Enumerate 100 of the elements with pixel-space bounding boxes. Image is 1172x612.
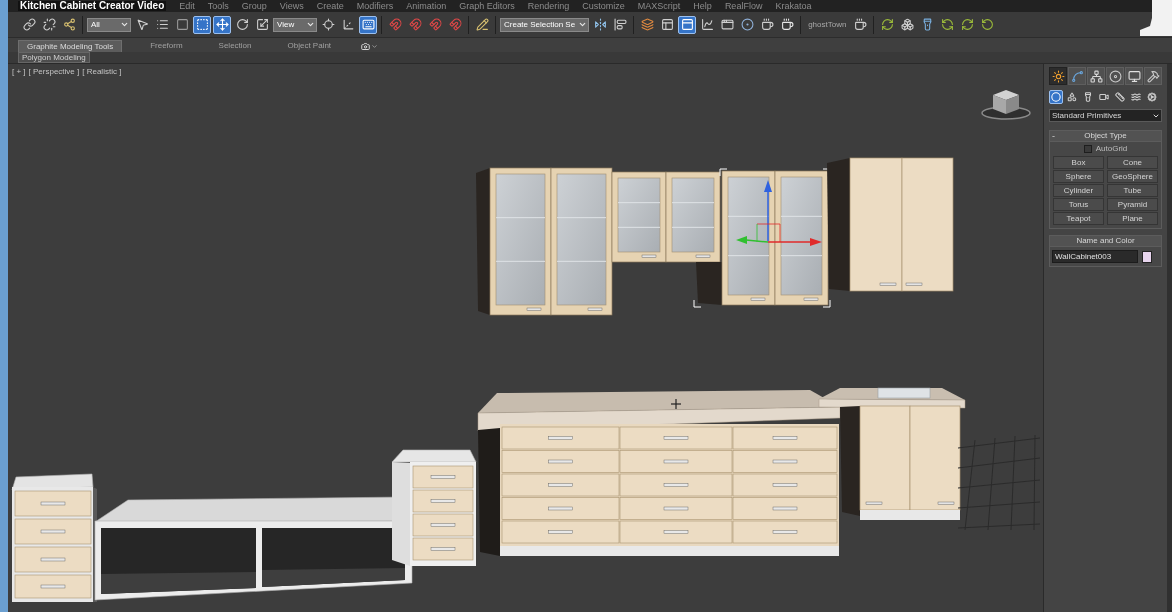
rotate-icon bbox=[980, 18, 994, 31]
axes-icon bbox=[341, 18, 355, 31]
primitive-button[interactable]: Cone bbox=[1107, 156, 1158, 169]
rollout-toggle[interactable]: - bbox=[1052, 131, 1062, 141]
toolbar-button[interactable] bbox=[319, 15, 337, 34]
toolbar-button[interactable] bbox=[20, 15, 38, 34]
nodes-icon bbox=[62, 18, 76, 31]
primitive-button[interactable]: Teapot bbox=[1053, 212, 1104, 225]
pencil-icon bbox=[475, 18, 489, 31]
scrollbar-track[interactable] bbox=[1167, 64, 1172, 612]
menu-item[interactable]: Help bbox=[693, 1, 712, 11]
panel-tab[interactable] bbox=[1144, 67, 1162, 85]
menu-item[interactable]: Modifiers bbox=[356, 1, 394, 11]
viewport-label[interactable]: [ Perspective ] bbox=[28, 68, 80, 76]
window-title: Kitchen Cabinet Creator Video bbox=[18, 1, 167, 11]
dropdown[interactable]: All bbox=[87, 17, 131, 32]
panel-tab[interactable] bbox=[1049, 67, 1067, 85]
dropdown[interactable]: Create Selection Se bbox=[500, 17, 590, 32]
primitive-button[interactable]: Sphere bbox=[1053, 170, 1104, 183]
toolbar-button[interactable] bbox=[213, 15, 231, 34]
primitive-button[interactable]: Plane bbox=[1107, 212, 1158, 225]
panel-tab[interactable] bbox=[1106, 67, 1124, 85]
menu-item[interactable]: Rendering bbox=[527, 1, 570, 11]
category-button[interactable] bbox=[1113, 90, 1127, 104]
waves-icon bbox=[1131, 92, 1141, 102]
toolbar-button[interactable] bbox=[473, 15, 491, 34]
viewcube-icon[interactable] bbox=[981, 90, 1031, 120]
category-button[interactable] bbox=[1145, 90, 1159, 104]
category-button[interactable] bbox=[1049, 90, 1063, 104]
circle-icon bbox=[1051, 92, 1061, 102]
refresh-icon bbox=[940, 18, 954, 31]
refresh-icon bbox=[960, 18, 974, 31]
circle-dot-icon bbox=[740, 18, 754, 31]
menu-item[interactable]: Krakatoa bbox=[775, 1, 812, 11]
curve-icon bbox=[1070, 69, 1084, 83]
axis-gizmo[interactable] bbox=[736, 180, 822, 246]
corner-graphic bbox=[1140, 0, 1172, 36]
window-icon bbox=[680, 18, 694, 31]
cursor-icon bbox=[135, 18, 149, 31]
move-cursor-icon bbox=[670, 398, 682, 410]
cup-icon bbox=[780, 18, 794, 31]
autogrid-checkbox[interactable] bbox=[1083, 145, 1092, 153]
chain-link-icon bbox=[22, 18, 36, 31]
gear-icon bbox=[1147, 92, 1157, 102]
menu-item[interactable]: MAXScript bbox=[637, 1, 681, 11]
magnet-icon bbox=[448, 18, 462, 31]
window-icon bbox=[720, 18, 734, 31]
square-icon bbox=[175, 18, 189, 31]
toolbar-button[interactable] bbox=[40, 15, 58, 34]
broken-chain-icon bbox=[42, 18, 56, 31]
primitive-button[interactable]: Box bbox=[1053, 156, 1104, 169]
cup-icon bbox=[853, 18, 867, 31]
sun-icon bbox=[1051, 69, 1065, 83]
primitive-button[interactable]: Torus bbox=[1053, 198, 1104, 211]
toolbar-button[interactable] bbox=[678, 15, 697, 34]
hierarchy-icon bbox=[1089, 69, 1103, 83]
menu-item[interactable]: Animation bbox=[406, 1, 447, 11]
menu-item[interactable]: Graph Editors bbox=[459, 1, 515, 11]
rollout-title[interactable]: Object Type bbox=[1062, 132, 1149, 140]
viewport-label[interactable]: [ + ] bbox=[12, 68, 26, 76]
object-class-dropdown[interactable]: Standard Primitives bbox=[1049, 109, 1162, 122]
dropdown[interactable]: View bbox=[273, 17, 317, 32]
ribbon-tab[interactable]: Graphite Modeling Tools bbox=[18, 40, 123, 52]
panel-tab[interactable] bbox=[1087, 67, 1105, 85]
menu-item[interactable]: Tools bbox=[207, 1, 229, 11]
hammer-icon bbox=[1146, 69, 1160, 83]
menu-item[interactable]: Views bbox=[279, 1, 304, 11]
caret-icon bbox=[306, 20, 315, 29]
primitive-button[interactable]: Tube bbox=[1107, 184, 1158, 197]
monitor-icon bbox=[1127, 69, 1141, 83]
align-icon bbox=[613, 18, 627, 31]
menu-item[interactable]: Customize bbox=[582, 1, 625, 11]
menu-item[interactable]: Group bbox=[241, 1, 267, 11]
rotate-icon bbox=[235, 18, 249, 31]
menu-item[interactable]: Create bbox=[316, 1, 344, 11]
ruler-icon bbox=[1115, 92, 1125, 102]
toolbar-button[interactable] bbox=[359, 15, 377, 34]
panel-tab[interactable] bbox=[1125, 67, 1143, 85]
name-field[interactable]: WallCabinet003 bbox=[1052, 250, 1138, 263]
primitive-button[interactable]: GeoSphere bbox=[1107, 170, 1158, 183]
crosshair-icon bbox=[321, 18, 335, 31]
ribbon-tab[interactable]: Object Paint bbox=[279, 40, 340, 52]
magnet-icon bbox=[428, 18, 442, 31]
curve-graph-icon bbox=[700, 18, 714, 31]
menu-item[interactable]: Edit bbox=[179, 1, 195, 11]
category-button[interactable] bbox=[1065, 90, 1079, 104]
render-preset-label: ghostTown bbox=[807, 18, 848, 31]
toolbar-button[interactable] bbox=[738, 15, 757, 34]
cup-icon bbox=[760, 18, 774, 31]
color-swatch[interactable] bbox=[1142, 250, 1152, 263]
move-icon bbox=[215, 18, 229, 31]
ribbon-tab[interactable]: Selection bbox=[210, 40, 260, 52]
primitive-button[interactable]: Pyramid bbox=[1107, 198, 1158, 211]
menu-item[interactable]: RealFlow bbox=[724, 1, 763, 11]
ribbon-panel-label[interactable]: Polygon Modeling bbox=[18, 52, 90, 63]
toolbar-button[interactable] bbox=[193, 15, 211, 34]
primitive-button[interactable]: Cylinder bbox=[1053, 184, 1104, 197]
ribbon-tab[interactable]: Freeform bbox=[142, 40, 191, 52]
viewport-label[interactable]: [ Realistic ] bbox=[82, 68, 122, 76]
refresh-icon bbox=[880, 18, 894, 31]
